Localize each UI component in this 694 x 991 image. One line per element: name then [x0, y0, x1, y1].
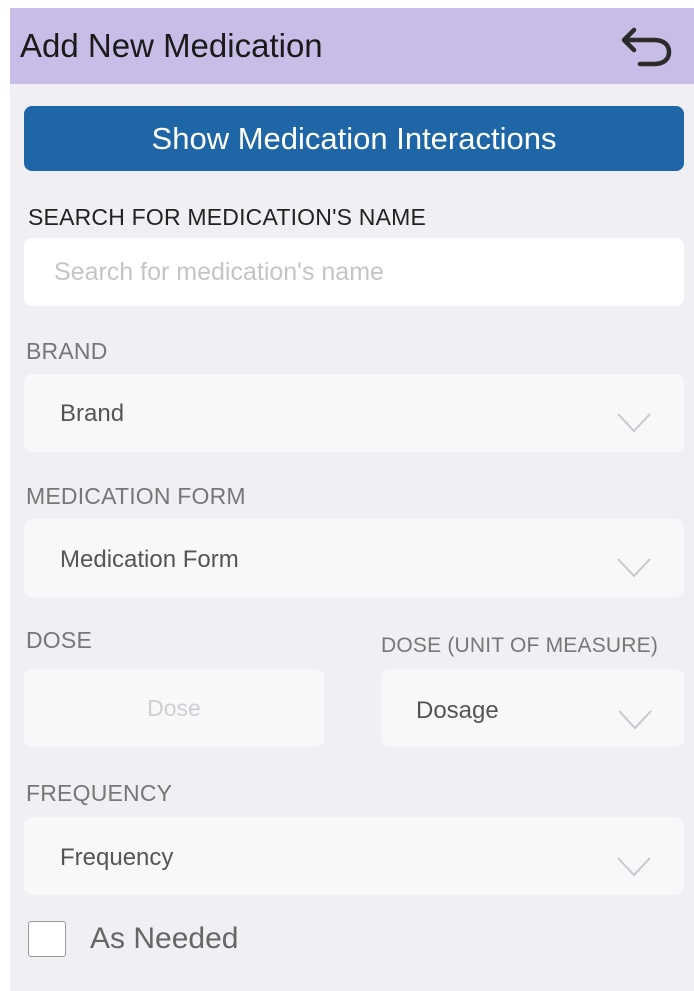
- search-label: SEARCH FOR MEDICATION'S NAME: [28, 204, 427, 230]
- frequency-label: FREQUENCY: [26, 780, 173, 806]
- undo-arrow-icon: [621, 27, 672, 67]
- add-medication-screen: Add New Medication Show Medication Inter…: [10, 8, 694, 991]
- chevron-down-icon: [617, 558, 651, 578]
- chevron-down-icon: [617, 413, 651, 433]
- search-field-container: [24, 238, 684, 306]
- brand-label: BRAND: [26, 338, 108, 364]
- header-bar: Add New Medication: [10, 8, 694, 84]
- dose-unit-select-value: Dosage: [416, 697, 499, 724]
- dose-unit-label: DOSE (UNIT OF MEASURE): [381, 634, 659, 657]
- medication-form-select[interactable]: Medication Form: [24, 519, 684, 597]
- search-input[interactable]: [24, 238, 684, 306]
- chevron-down-icon: [617, 857, 651, 877]
- frequency-select-value: Frequency: [60, 844, 174, 871]
- medication-form-select-value: Medication Form: [60, 546, 239, 573]
- frequency-select[interactable]: Frequency: [24, 817, 684, 895]
- back-button[interactable]: [616, 24, 676, 70]
- medication-form-label: MEDICATION FORM: [26, 483, 246, 509]
- page-title: Add New Medication: [20, 27, 323, 64]
- dose-input-placeholder: Dose: [147, 695, 201, 721]
- chevron-down-icon: [618, 710, 652, 730]
- show-interactions-button[interactable]: Show Medication Interactions: [24, 106, 684, 171]
- brand-select-value: Brand: [60, 400, 125, 427]
- dose-input[interactable]: Dose: [24, 669, 324, 747]
- as-needed-checkbox[interactable]: [28, 921, 66, 957]
- dose-unit-select[interactable]: Dosage: [381, 669, 684, 747]
- as-needed-label[interactable]: As Needed: [90, 922, 238, 956]
- brand-select[interactable]: Brand: [24, 374, 684, 452]
- dose-label: DOSE: [26, 627, 92, 653]
